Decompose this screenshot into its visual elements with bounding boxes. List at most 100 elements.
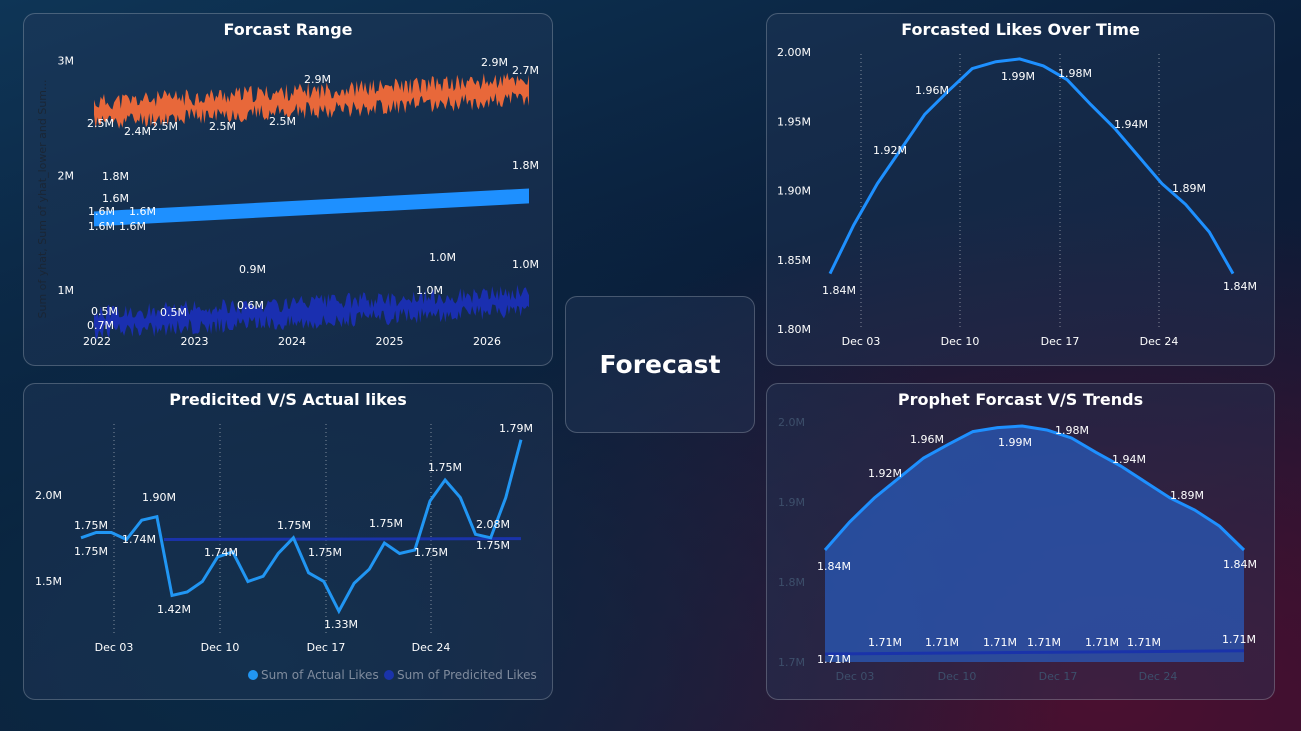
data-label: 1.0M [512,258,539,271]
x-tick-label: Dec 03 [95,641,134,654]
x-tick-label: 2025 [376,335,404,348]
data-label: 0.6M [237,299,264,312]
data-label: 1.75M [476,539,510,552]
data-label: 1.0M [416,284,443,297]
forecast-heading: Forecast [599,350,721,379]
y-tick-label: 1.7M [778,656,805,669]
y-tick-label: 1.80M [777,323,811,336]
data-label: 1.71M [1222,633,1256,646]
data-label: 1.75M [277,519,311,532]
data-label: 2.9M [304,73,331,86]
data-label: 1.6M [119,220,146,233]
forecasted-likes-chart: 2.00M 1.95M 1.90M 1.85M 1.80M Dec 03 Dec 10 Dec… [777,46,1257,348]
x-tick-label: Dec 10 [941,335,980,348]
data-label: 1.8M [102,170,129,183]
data-label: 1.71M [1127,636,1161,649]
y-tick-label: 1.9M [778,496,805,509]
x-tick-label: Dec 10 [201,641,240,654]
data-label: 1.42M [157,603,191,616]
data-label: 1.71M [868,636,902,649]
data-label: 1.89M [1170,489,1204,502]
data-label: 1.0M [429,251,456,264]
forecast-range-card: Forcast Range 1M 2M 3M 2022 2023 2024 2025 2026… [23,13,553,366]
data-label: 2.5M [87,117,114,130]
x-tick-label: Dec 03 [842,335,881,348]
data-label: 1.89M [1172,182,1206,195]
data-label: 1.71M [1085,636,1119,649]
data-label: 2.9M [481,56,508,69]
x-tick-label: Dec 24 [412,641,451,654]
data-label: 1.71M [1027,636,1061,649]
forecast-range-chart: 1M2M3M2022 2023 2024 2025 2026Sum of yhat, S… [36,54,539,348]
data-label: 0.5M [91,305,118,318]
x-tick-label: Dec 17 [307,641,346,654]
y-tick-label: 1.90M [777,185,811,198]
data-label: 1.75M [74,519,108,532]
y-tick-label: 3M [58,54,75,67]
x-tick-label: 2023 [181,335,209,348]
data-label: 1.74M [122,533,156,546]
y-tick-label: 1.85M [777,254,811,267]
legend-actual-marker [248,670,258,680]
prophet-trends-chart: 2.0M 1.9M 1.8M 1.7M Dec 03 Dec 10 Dec 17 Dec 24… [778,416,1257,683]
forecast-line [828,57,1235,275]
data-label: 1.79M [499,422,533,435]
y-tick-label: 1.8M [778,576,805,589]
y-tick-label: 2.0M [778,416,805,429]
data-label: 1.75M [74,545,108,558]
data-label: 1.96M [915,84,949,97]
x-tick-label: Dec 10 [938,670,977,683]
data-label: 1.71M [983,636,1017,649]
data-label: 2.5M [269,115,296,128]
x-tick-label: Dec 17 [1041,335,1080,348]
y-tick-label: 1M [58,284,75,297]
x-tick-label: Dec 24 [1140,335,1179,348]
data-label: 2.08M [476,518,510,531]
data-label: 1.74M [204,546,238,559]
legend-actual-label: Sum of Actual Likes [261,668,379,682]
predicted-line [163,537,522,541]
data-label: 1.99M [1001,70,1035,83]
data-label: 1.6M [102,192,129,205]
data-label: 1.98M [1055,424,1089,437]
data-label: 1.84M [822,284,856,297]
data-label: 1.99M [998,436,1032,449]
yhat-band [94,188,529,227]
data-label: 1.92M [868,467,902,480]
y-axis-label: Sum of yhat, Sum of yhat_lower and Sum..… [36,79,49,318]
data-label: 1.6M [88,205,115,218]
forecasted-likes-card: Forcasted Likes Over Time 2.00M 1.95M 1.90… [766,13,1275,366]
x-tick-label: 2026 [473,335,501,348]
prophet-trends-card: Prophet Forcast V/S Trends 2.0M 1.9M 1.8M 1… [766,383,1275,700]
forecast-label-card: Forecast [565,296,755,433]
legend-predicted-marker [384,670,394,680]
y-tick-label: 2.0M [35,489,62,502]
data-label: 2.5M [151,120,178,133]
data-label: 0.9M [239,263,266,276]
data-label: 0.7M [87,319,114,332]
y-tick-label: 2M [58,169,75,182]
data-label: 1.71M [817,653,851,666]
x-tick-label: Dec 24 [1139,670,1178,683]
data-label: 1.75M [414,546,448,559]
data-label: 2.4M [124,125,151,138]
y-tick-label: 1.5M [35,575,62,588]
data-label: 1.94M [1114,118,1148,131]
data-label: 1.75M [428,461,462,474]
data-label: 1.90M [142,491,176,504]
data-label: 1.94M [1112,453,1146,466]
data-label: 2.7M [512,64,539,77]
predicted-actual-card: Predicited V/S Actual likes 2.0M 1.5M Dec … [23,383,553,700]
data-label: 0.5M [160,306,187,319]
data-label: 1.92M [873,144,907,157]
data-label: 1.96M [910,433,944,446]
data-label: 1.33M [324,618,358,631]
data-label: 1.84M [1223,558,1257,571]
data-label: 1.98M [1058,67,1092,80]
y-tick-label: 1.95M [777,115,811,128]
legend-predicted-label: Sum of Predicited Likes [397,668,537,682]
data-label: 1.84M [817,560,851,573]
y-tick-label: 2.00M [777,46,811,59]
predicted-actual-chart: 2.0M 1.5M Dec 03 Dec 10 Dec 17 Dec 24 1.75M 1.7… [35,422,537,682]
data-label: 1.6M [88,220,115,233]
